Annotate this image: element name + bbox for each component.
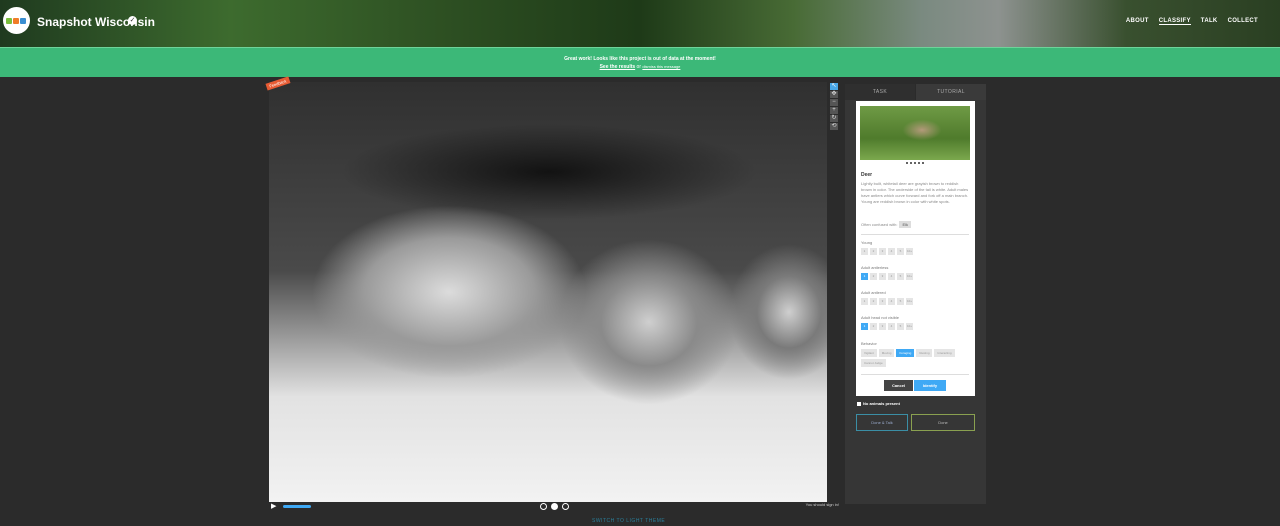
- count-option[interactable]: 4: [888, 273, 895, 280]
- count-option[interactable]: 5: [897, 298, 904, 305]
- count-option[interactable]: 2: [870, 323, 877, 330]
- zoom-out-icon[interactable]: −: [830, 99, 838, 106]
- behavior-options: Vigilant Moving Foraging Resting Interacting…: [861, 349, 973, 367]
- nav-talk[interactable]: TALK: [1201, 18, 1218, 25]
- confused-elk-button[interactable]: Elk: [899, 221, 912, 228]
- reset-icon[interactable]: ⟲: [830, 123, 838, 130]
- dismiss-link[interactable]: dismiss this message: [642, 64, 680, 69]
- rotate-icon[interactable]: ↻: [830, 115, 838, 122]
- behavior-option[interactable]: Interacting: [934, 349, 955, 357]
- question-adult-antlered: Adult antlered: [861, 290, 886, 295]
- count-option[interactable]: 1: [861, 273, 868, 280]
- identify-button[interactable]: Identify: [914, 380, 946, 391]
- species-description: Lightly built, whitetail deer are grayis…: [861, 181, 969, 204]
- species-name: Deer: [861, 172, 873, 178]
- count-option[interactable]: 3: [879, 273, 886, 280]
- behavior-option[interactable]: Cannot Judge: [861, 359, 886, 367]
- divider: [861, 374, 969, 375]
- logo-green-square: [6, 18, 12, 24]
- nav-about[interactable]: ABOUT: [1126, 18, 1149, 25]
- count-option[interactable]: 3: [879, 248, 886, 255]
- viewer-toolbar: ↖ ✥ − + ↻ ⟲: [830, 83, 839, 130]
- count-option[interactable]: 4: [888, 248, 895, 255]
- divider: [861, 234, 969, 235]
- count-option[interactable]: 1: [861, 298, 868, 305]
- count-option[interactable]: 10+: [906, 273, 913, 280]
- verified-badge-icon: ✓: [128, 16, 137, 25]
- behavior-option[interactable]: Moving: [878, 349, 895, 357]
- count-option[interactable]: 5: [897, 248, 904, 255]
- tab-task[interactable]: TASK: [845, 84, 915, 100]
- no-animals-checkbox[interactable]: No animals present: [857, 401, 900, 406]
- species-photo: [860, 106, 970, 160]
- sign-in-prompt[interactable]: You should sign in!: [806, 502, 839, 507]
- project-title[interactable]: Snapshot Wisconsin: [37, 15, 155, 29]
- checkbox-icon[interactable]: [857, 401, 861, 406]
- logo-orange-square: [13, 18, 19, 24]
- count-option[interactable]: 10+: [906, 248, 913, 255]
- playback-speed-slider[interactable]: [283, 505, 311, 508]
- count-option[interactable]: 10+: [906, 298, 913, 305]
- behavior-option[interactable]: Resting: [916, 349, 933, 357]
- count-option[interactable]: 5: [897, 273, 904, 280]
- count-option[interactable]: 2: [870, 248, 877, 255]
- count-option[interactable]: 1: [861, 323, 868, 330]
- pointer-icon[interactable]: ↖: [830, 83, 838, 90]
- trail-camera-image: [269, 82, 827, 502]
- switch-theme-link[interactable]: SWITCH TO LIGHT THEME: [592, 518, 665, 524]
- move-icon[interactable]: ✥: [830, 91, 838, 98]
- frame-pager: [540, 503, 569, 510]
- species-card: Deer Lightly built, whitetail deer are g…: [856, 101, 975, 396]
- task-tabs: TASK TUTORIAL: [845, 84, 986, 100]
- question-adult-antlerless: Adult antlerless: [861, 265, 889, 270]
- out-of-data-banner: Great work! Looks like this project is o…: [0, 47, 1280, 77]
- adult-antlerless-options: 1 2 3 4 5 10+: [861, 273, 913, 280]
- play-icon[interactable]: ▶: [271, 502, 276, 510]
- count-option[interactable]: 3: [879, 298, 886, 305]
- adult-antlered-options: 1 2 3 4 5 10+: [861, 298, 913, 305]
- frame-dot-2[interactable]: [551, 503, 558, 510]
- done-and-talk-button[interactable]: Done & Talk: [856, 414, 908, 431]
- head-not-visible-options: 1 2 3 4 5 10+: [861, 323, 913, 330]
- behavior-option[interactable]: Vigilant: [861, 349, 877, 357]
- behavior-label: Behavior: [861, 341, 877, 346]
- banner-message: Great work! Looks like this project is o…: [564, 56, 716, 62]
- nav-classify[interactable]: CLASSIFY: [1158, 18, 1191, 25]
- see-results-link[interactable]: See the results: [600, 64, 636, 70]
- logo-blue-square: [20, 18, 26, 24]
- done-button[interactable]: Done: [911, 414, 975, 431]
- subject-viewer[interactable]: [269, 82, 827, 502]
- nav-collect[interactable]: COLLECT: [1228, 18, 1258, 25]
- no-animals-label: No animals present: [863, 401, 900, 406]
- project-nav: ABOUT CLASSIFY TALK COLLECT: [1126, 18, 1258, 25]
- viewer-controls: ▶ You should sign in!: [269, 500, 839, 512]
- species-photo-pager[interactable]: [906, 162, 924, 164]
- tab-tutorial[interactable]: TUTORIAL: [916, 84, 986, 100]
- frame-dot-3[interactable]: [562, 503, 569, 510]
- question-head-not-visible: Adult head not visible: [861, 315, 900, 320]
- count-option[interactable]: 5: [897, 323, 904, 330]
- confused-label: Often confused with:: [861, 222, 898, 227]
- count-option[interactable]: 2: [870, 298, 877, 305]
- count-option[interactable]: 3: [879, 323, 886, 330]
- count-option[interactable]: 4: [888, 298, 895, 305]
- question-young: Young: [861, 240, 873, 245]
- zoom-in-icon[interactable]: +: [830, 107, 838, 114]
- count-option[interactable]: 2: [870, 273, 877, 280]
- count-option[interactable]: 1: [861, 248, 868, 255]
- confused-with: Often confused with: Elk: [861, 221, 912, 228]
- frame-dot-1[interactable]: [540, 503, 547, 510]
- site-header: Snapshot Wisconsin ✓ ABOUT CLASSIFY TALK…: [0, 0, 1280, 47]
- count-option[interactable]: 10+: [906, 323, 913, 330]
- count-option[interactable]: 4: [888, 323, 895, 330]
- young-options: 1 2 3 4 5 10+: [861, 248, 913, 255]
- project-logo[interactable]: [3, 7, 30, 34]
- behavior-option[interactable]: Foraging: [896, 349, 915, 357]
- cancel-button[interactable]: Cancel: [884, 380, 913, 391]
